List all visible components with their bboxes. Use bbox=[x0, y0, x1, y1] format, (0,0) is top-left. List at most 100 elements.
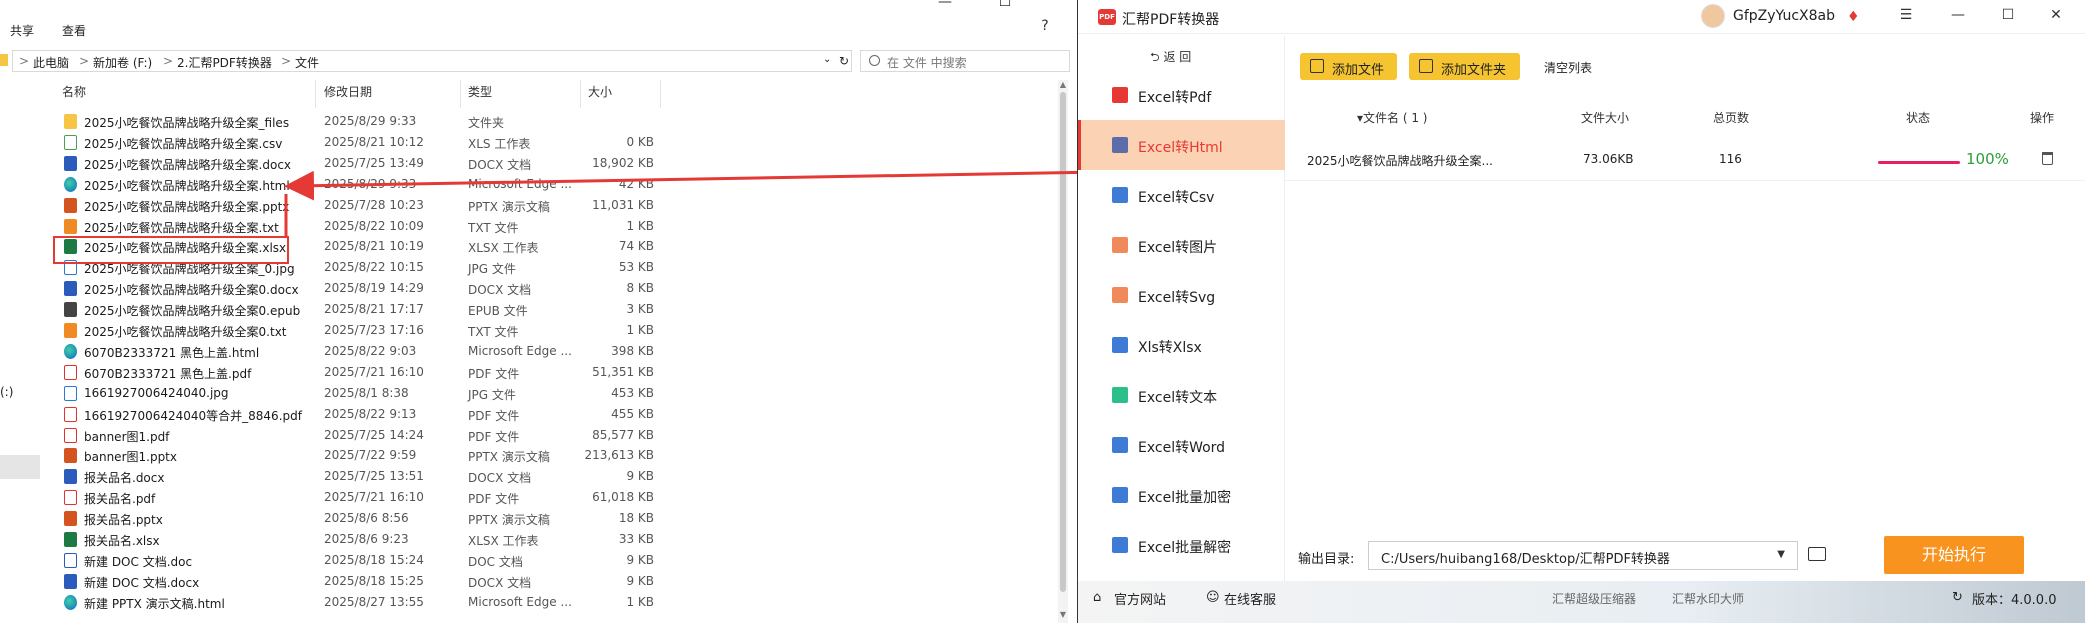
maximize-button[interactable]: ☐ bbox=[985, 0, 1025, 10]
file-row[interactable]: 2025小吃餐饮品牌战略升级全案0.txt 2025/7/23 17:16 TXT … bbox=[60, 320, 660, 340]
sidebar-item-8[interactable]: Excel批量加密 bbox=[1078, 470, 1285, 520]
address-bar[interactable]: > 此电脑 > 新加卷 (F:) > 2.汇帮PDF转换器 > 文件 ⌄ ↻ bbox=[12, 50, 852, 72]
file-row[interactable]: 2025小吃餐饮品牌战略升级全案.csv 2025/8/21 10:12 XLS 工… bbox=[60, 132, 660, 152]
scroll-up-icon[interactable]: ▲ bbox=[1058, 80, 1068, 89]
file-size: 51,351 KB bbox=[592, 364, 654, 379]
file-size: 3 KB bbox=[626, 302, 654, 317]
column-divider[interactable] bbox=[580, 80, 581, 108]
file-row[interactable]: 1661927006424040.jpg 2025/8/1 8:38 JPG 文件 4… bbox=[60, 383, 660, 403]
vip-icon[interactable]: ♦ bbox=[1847, 9, 1863, 25]
nav-drive-fragment[interactable]: (:) bbox=[0, 385, 13, 399]
vertical-scrollbar[interactable]: ▲ ▼ bbox=[1058, 80, 1068, 623]
file-row[interactable]: 2025小吃餐饮品牌战略升级全案_files 2025/8/29 9:33 文件夹 bbox=[60, 111, 660, 131]
breadcrumb-this-pc[interactable]: 此电脑 bbox=[33, 54, 69, 71]
file-row[interactable]: 报关品名.docx 2025/7/25 13:51 DOCX 文档 9 KB bbox=[60, 466, 660, 486]
sidebar-item-2[interactable]: Excel转Csv bbox=[1078, 170, 1285, 220]
file-row[interactable]: banner图1.pptx 2025/7/22 9:59 PPTX 演示文稿 213,… bbox=[60, 445, 660, 465]
compressor-link[interactable]: 汇帮超级压缩器 bbox=[1552, 590, 1636, 607]
file-row[interactable]: 2025小吃餐饮品牌战略升级全案.txt 2025/8/22 10:09 TXT 文… bbox=[60, 216, 660, 236]
sidebar-item-6[interactable]: Excel转文本 bbox=[1078, 370, 1285, 420]
back-button[interactable]: ⮌ 返 回 bbox=[1150, 48, 1191, 69]
trash-icon[interactable] bbox=[2042, 152, 2053, 165]
sidebar-item-4[interactable]: Excel转Svg bbox=[1078, 270, 1285, 320]
file-row[interactable]: 新建 DOC 文档.doc 2025/8/18 15:24 DOC 文档 9 KB bbox=[60, 550, 660, 570]
file-row[interactable]: 2025小吃餐饮品牌战略升级全案.docx 2025/7/25 13:49 DOCX… bbox=[60, 153, 660, 173]
chevron-down-icon[interactable]: ⌄ bbox=[823, 54, 831, 65]
menu-icon[interactable]: ☰ bbox=[1896, 7, 1916, 23]
file-type: JPG 文件 bbox=[468, 262, 516, 277]
caret-down-icon[interactable]: ▼ bbox=[1777, 549, 1785, 560]
home-icon: ⌂ bbox=[1093, 590, 1102, 605]
column-header-name[interactable]: 名称 bbox=[62, 83, 86, 105]
scrollbar-thumb[interactable] bbox=[1060, 92, 1066, 592]
column-divider[interactable] bbox=[460, 80, 461, 108]
search-box[interactable]: 在 文件 中搜索 bbox=[860, 50, 1070, 72]
column-header-date[interactable]: 修改日期 bbox=[324, 83, 372, 105]
file-explorer-window: 共享 查看 — ☐ ? > 此电脑 > 新加卷 (F:) > 2.汇帮PDF转换… bbox=[0, 0, 1075, 623]
file-size: 8 KB bbox=[626, 281, 654, 296]
file-row[interactable]: 报关品名.pptx 2025/8/6 8:56 PPTX 演示文稿 18 KB bbox=[60, 508, 660, 528]
file-row[interactable]: 2025小吃餐饮品牌战略升级全案.html 2025/8/29 9:33 Micro… bbox=[60, 174, 660, 194]
file-type: DOCX 文档 bbox=[468, 157, 532, 172]
file-row[interactable]: 新建 PPTX 演示文稿.html 2025/8/27 13:55 Microsof… bbox=[60, 592, 660, 612]
maximize-button[interactable]: ☐ bbox=[1998, 7, 2018, 23]
output-dir-label: 输出目录: bbox=[1298, 552, 1355, 567]
start-button[interactable]: 开始执行 bbox=[1884, 536, 2024, 574]
sidebar-item-7[interactable]: Excel转Word bbox=[1078, 420, 1285, 470]
table-row[interactable]: 2025小吃餐饮品牌战略升级全案... 73.06KB 116 100% bbox=[1285, 137, 2085, 181]
file-row[interactable]: 新建 DOC 文档.docx 2025/8/18 15:25 DOCX 文档 9 KB bbox=[60, 571, 660, 591]
add-folder-button[interactable]: 添加文件夹 bbox=[1409, 53, 1520, 80]
close-button[interactable]: ✕ bbox=[2046, 7, 2066, 23]
file-row[interactable]: 2025小吃餐饮品牌战略升级全案0.epub 2025/8/21 17:17 EPU… bbox=[60, 299, 660, 319]
column-header-size[interactable]: 大小 bbox=[588, 83, 612, 105]
nav-selected-item[interactable] bbox=[0, 455, 40, 479]
browse-folder-icon[interactable] bbox=[1808, 547, 1826, 561]
file-row[interactable]: 2025小吃餐饮品牌战略升级全案.pptx 2025/7/28 10:23 PPTX… bbox=[60, 195, 660, 215]
watermark-link[interactable]: 汇帮水印大师 bbox=[1672, 590, 1744, 607]
file-type: XLS 工作表 bbox=[468, 136, 531, 151]
add-file-button[interactable]: 添加文件 bbox=[1300, 53, 1397, 80]
sidebar-item-0[interactable]: Excel转Pdf bbox=[1078, 70, 1285, 120]
sublime-icon bbox=[64, 218, 77, 234]
file-type: PPTX 演示文稿 bbox=[468, 513, 550, 528]
file-row[interactable]: 报关品名.pdf 2025/7/21 16:10 PDF 文件 61,018 KB bbox=[60, 487, 660, 507]
header-pages: 总页数 bbox=[1713, 111, 1750, 125]
breadcrumb-files[interactable]: 文件 bbox=[295, 54, 319, 71]
help-icon[interactable]: ? bbox=[1025, 18, 1065, 34]
edge-icon bbox=[64, 176, 77, 192]
header-filename[interactable]: ▾文件名 ( 1 ) bbox=[1357, 109, 1427, 126]
official-website-link[interactable]: 官方网站 bbox=[1114, 589, 1166, 608]
sidebar-item-label: Excel批量加密 bbox=[1138, 490, 1232, 506]
file-row[interactable]: 6070B2333721 黑色上盖.html 2025/8/22 9:03 Micr… bbox=[60, 341, 660, 361]
scroll-down-icon[interactable]: ▼ bbox=[1058, 610, 1068, 619]
clear-list-button[interactable]: 清空列表 bbox=[1544, 59, 1592, 76]
file-row[interactable]: 报关品名.xlsx 2025/8/6 9:23 XLSX 工作表 33 KB bbox=[60, 529, 660, 549]
breadcrumb-drive[interactable]: 新加卷 (F:) bbox=[93, 54, 152, 71]
file-row[interactable]: 1661927006424040等合并_8846.pdf 2025/8/22 9:… bbox=[60, 404, 660, 424]
file-row[interactable]: 2025小吃餐饮品牌战略升级全案0.docx 2025/8/19 14:29 DOC… bbox=[60, 278, 660, 298]
column-divider[interactable] bbox=[315, 80, 316, 108]
minimize-button[interactable]: — bbox=[1948, 7, 1968, 23]
back-label: 返 回 bbox=[1163, 50, 1192, 64]
online-support-link[interactable]: 在线客服 bbox=[1224, 589, 1276, 608]
file-row[interactable]: 6070B2333721 黑色上盖.pdf 2025/7/21 16:10 PDF … bbox=[60, 362, 660, 382]
unlock-icon bbox=[1112, 537, 1128, 553]
minimize-button[interactable]: — bbox=[925, 0, 965, 10]
sidebar-item-1[interactable]: Excel转Html bbox=[1078, 120, 1285, 170]
breadcrumb-converter-folder[interactable]: 2.汇帮PDF转换器 bbox=[177, 54, 272, 71]
file-row[interactable]: banner图1.pdf 2025/7/25 14:24 PDF 文件 85,577 … bbox=[60, 425, 660, 445]
file-date: 2025/8/18 15:24 bbox=[324, 552, 424, 567]
sidebar-item-5[interactable]: Xls转Xlsx bbox=[1078, 320, 1285, 370]
refresh-icon[interactable]: ↻ bbox=[839, 54, 849, 68]
tab-view[interactable]: 查看 bbox=[62, 22, 86, 39]
column-divider[interactable] bbox=[660, 80, 661, 108]
output-dir-select[interactable]: C:/Users/huibang168/Desktop/汇帮PDF转换器 ▼ bbox=[1368, 541, 1798, 570]
folder-icon bbox=[64, 114, 77, 129]
file-date: 2025/7/25 13:49 bbox=[324, 155, 424, 170]
tab-share[interactable]: 共享 bbox=[10, 22, 34, 39]
sidebar-item-9[interactable]: Excel批量解密 bbox=[1078, 520, 1285, 570]
username[interactable]: GfpZyYucX8ab bbox=[1733, 8, 1835, 24]
column-header-type[interactable]: 类型 bbox=[468, 83, 492, 105]
avatar[interactable] bbox=[1701, 4, 1725, 28]
sidebar-item-3[interactable]: Excel转图片 bbox=[1078, 220, 1285, 270]
